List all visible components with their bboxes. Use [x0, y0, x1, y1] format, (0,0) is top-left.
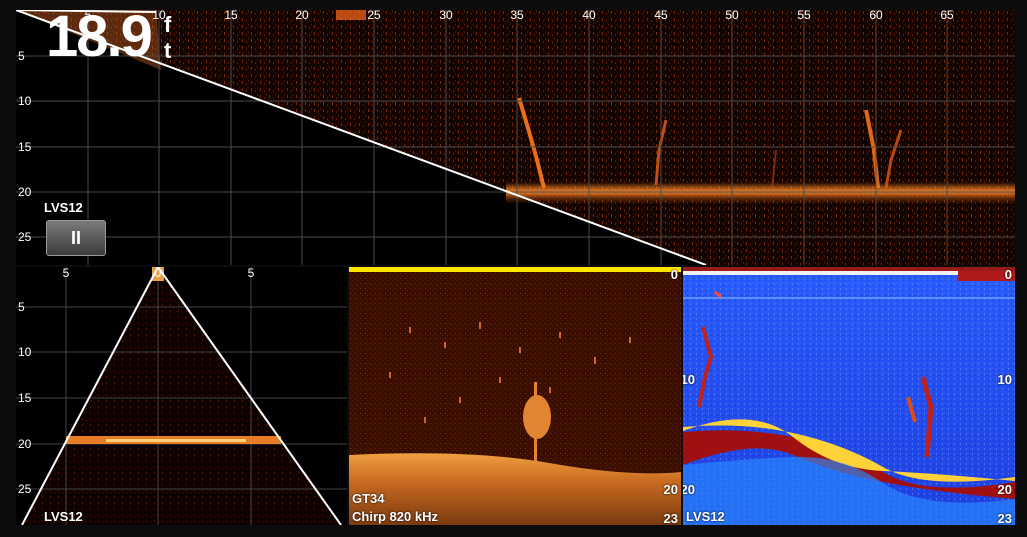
top-depth-tick: 10 [18, 94, 32, 108]
chirp-freq-label: Chirp 820 kHz [352, 509, 438, 524]
forward-range-tick: 5 [63, 267, 70, 280]
chirp-scale-bottom: 23 [663, 511, 678, 525]
top-range-tick: 65 [940, 10, 954, 22]
color-scale-top: 0 [1004, 267, 1012, 282]
chirp-sonar-panel[interactable]: GT34 Chirp 820 kHz 0 20 23 [349, 267, 681, 525]
color-scale-right-mid: 10 [997, 372, 1012, 387]
pause-button[interactable]: II [46, 220, 106, 256]
color-sonar-view [683, 267, 1015, 525]
device-frame: 5 10 15 20 25 30 35 40 45 50 55 60 65 5 … [0, 0, 1027, 537]
top-range-tick: 20 [295, 10, 309, 22]
top-depth-ticks: 5 10 15 20 25 [18, 49, 32, 244]
forward-depth-tick: 25 [18, 482, 32, 496]
chirp-sonar-label: GT34 [352, 491, 385, 506]
color-scale-left-mid: 10 [683, 372, 695, 387]
depth-readout: 18.9 [46, 4, 153, 69]
top-depth-tick: 20 [18, 185, 32, 199]
top-depth-tick: 15 [18, 140, 32, 154]
forward-range-tick: 0 [155, 267, 162, 280]
top-range-tick: 45 [654, 10, 668, 22]
top-bottom-line [506, 182, 1015, 204]
top-range-tick: 60 [869, 10, 883, 22]
chirp-scale-mid: 20 [663, 482, 678, 497]
color-scale-left-low: 20 [683, 482, 695, 497]
color-mode-label: LVS12 [686, 509, 725, 524]
depth-unit-bottom: t [164, 38, 172, 63]
forward-depth-tick: 20 [18, 437, 32, 451]
forward-depth-tick: 5 [18, 300, 25, 314]
top-range-tick: 50 [725, 10, 739, 22]
top-range-tick: 15 [224, 10, 238, 22]
forward-range-tick: 5 [248, 267, 255, 280]
depth-unit-top: f [164, 12, 172, 37]
livescope-forward-panel[interactable]: 5 0 5 5 10 15 20 25 LVS12 [16, 267, 347, 525]
forward-depth-tick: 15 [18, 391, 32, 405]
top-range-tick: 40 [582, 10, 596, 22]
forward-cone-area [22, 267, 341, 525]
color-scale-right-low: 20 [997, 482, 1012, 497]
top-depth-tick: 5 [18, 49, 25, 63]
color-scale-bottom: 23 [997, 511, 1012, 525]
forward-mode-label: LVS12 [44, 509, 83, 524]
top-range-tick: 30 [439, 10, 453, 22]
top-mode-label: LVS12 [44, 200, 83, 215]
color-sonar-panel[interactable]: LVS12 0 10 10 20 20 23 [683, 267, 1015, 525]
top-depth-tick: 25 [18, 230, 32, 244]
top-range-tick: 25 [367, 10, 381, 22]
top-range-tick: 35 [510, 10, 524, 22]
chirp-surface-line [349, 267, 681, 272]
forward-depth-tick: 10 [18, 345, 32, 359]
forward-sonar: 5 0 5 5 10 15 20 25 [16, 267, 347, 525]
top-range-tick: 55 [797, 10, 811, 22]
chirp-scale-top: 0 [670, 267, 678, 282]
chirp-sonar-view [349, 267, 681, 525]
